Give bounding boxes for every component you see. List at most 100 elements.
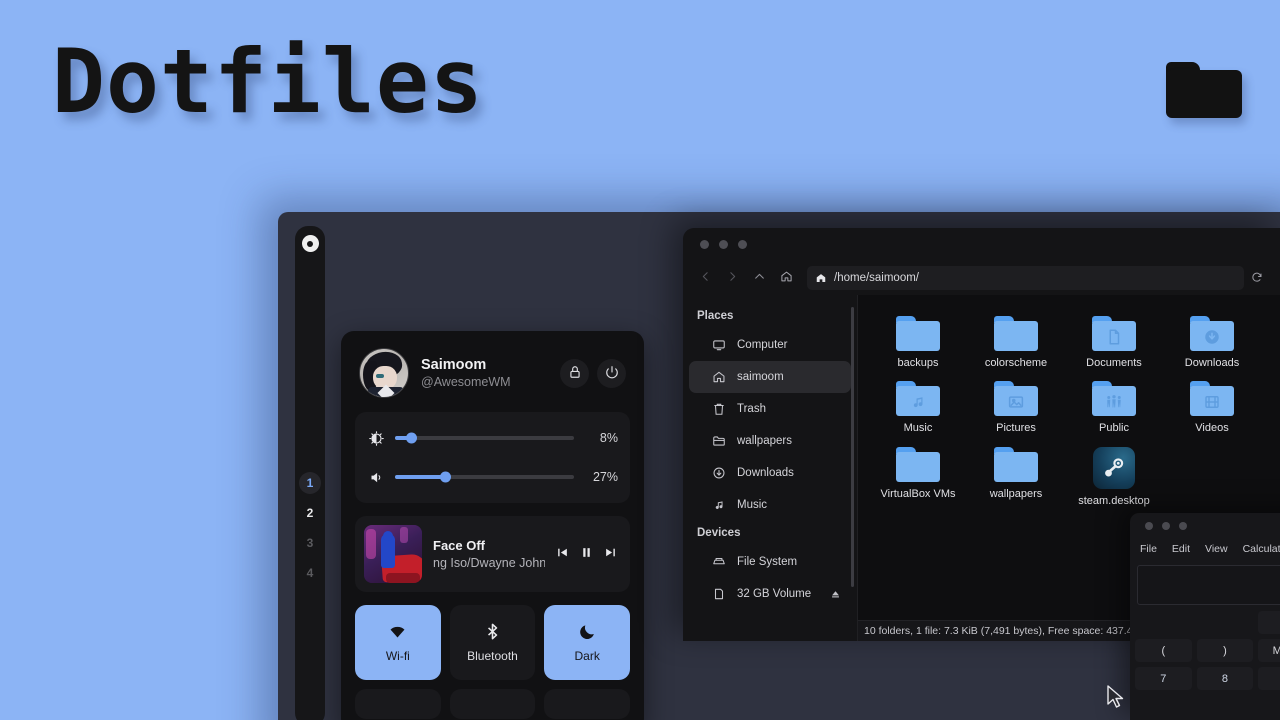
media-controls [556, 546, 621, 562]
window-minimize-button[interactable] [719, 240, 728, 249]
mouse-cursor [1106, 684, 1126, 710]
wifi-icon [388, 622, 407, 641]
lock-button[interactable] [560, 358, 589, 388]
file-item-pictures[interactable]: Pictures [967, 374, 1065, 435]
calculator-key-close-paren[interactable]: ) [1196, 639, 1254, 662]
file-item-backups[interactable]: backups [869, 309, 967, 370]
memory-store-label: MS [1272, 644, 1280, 657]
file-item-virtualbox-vms[interactable]: VirtualBox VMs [869, 440, 967, 508]
folder-icon [1190, 381, 1234, 417]
sidebar-item-file-system[interactable]: File System [689, 546, 851, 578]
home-button[interactable] [774, 266, 799, 291]
awesomewm-logo-icon[interactable] [301, 235, 319, 252]
file-manager-toolbar: /home/saimoom/ [683, 261, 1280, 295]
back-button[interactable] [693, 266, 718, 291]
file-item-music[interactable]: Music [869, 374, 967, 435]
calculator-window: File Edit View Calculator C ( ) MS ⌄ 7 [1130, 513, 1280, 720]
user-names: Saimoom @AwesomeWM [421, 356, 548, 390]
toggle-bluetooth-label: Bluetooth [467, 649, 518, 663]
reload-icon [1251, 271, 1263, 286]
workspace-list: 1 2 3 4 [299, 472, 321, 584]
power-button[interactable] [597, 358, 626, 388]
people-icon [1104, 392, 1124, 412]
toggle-extra-3[interactable] [544, 689, 630, 719]
file-item-documents[interactable]: Documents [1065, 309, 1163, 370]
menu-edit[interactable]: Edit [1172, 543, 1190, 555]
skip-previous-button[interactable] [556, 546, 569, 562]
sidebar-item-music[interactable]: Music [689, 489, 851, 521]
menu-file[interactable]: File [1140, 543, 1157, 555]
calculator-key-clear[interactable]: C [1258, 611, 1280, 634]
bluetooth-icon [483, 622, 502, 641]
file-name: steam.desktop [1078, 494, 1150, 507]
toggle-dark[interactable]: Dark [544, 605, 630, 680]
moon-icon [578, 622, 597, 641]
file-name: Downloads [1184, 357, 1240, 369]
lock-icon [568, 365, 582, 382]
pause-button[interactable] [580, 546, 593, 562]
toggle-bluetooth[interactable]: Bluetooth [449, 605, 536, 680]
reload-button[interactable] [1246, 267, 1268, 289]
file-item-public[interactable]: Public [1065, 374, 1163, 435]
media-title: Face Off [433, 538, 486, 554]
file-item-colorscheme[interactable]: colorscheme [967, 309, 1065, 370]
window-close-button[interactable] [700, 240, 709, 249]
volume-slider-row: 27% [367, 464, 618, 490]
toggle-wifi[interactable]: Wi-fi [355, 605, 441, 680]
calculator-display[interactable] [1137, 565, 1280, 605]
calculator-key-9[interactable]: 9 [1258, 667, 1280, 690]
eject-icon[interactable] [830, 589, 841, 600]
volume-slider[interactable] [395, 471, 574, 483]
menu-view[interactable]: View [1205, 543, 1228, 555]
film-icon [1202, 392, 1222, 412]
brightness-value: 8% [599, 431, 618, 445]
file-item-downloads[interactable]: Downloads [1163, 309, 1261, 370]
window-minimize-button[interactable] [1162, 521, 1170, 530]
media-metadata: Face Off ng Iso/Dwayne Johnson [433, 537, 545, 571]
menu-calculator[interactable]: Calculator [1243, 543, 1280, 555]
file-name: Pictures [996, 422, 1036, 435]
calculator-key-7[interactable]: 7 [1135, 667, 1192, 690]
sidebar-item-computer[interactable]: Computer [689, 329, 851, 361]
path-bar[interactable]: /home/saimoom/ [807, 266, 1244, 290]
up-button[interactable] [747, 266, 772, 291]
skip-previous-icon [556, 546, 569, 562]
calculator-key-8[interactable]: 8 [1196, 667, 1254, 690]
brightness-slider[interactable] [395, 432, 574, 444]
sidebar-label: Computer [737, 339, 788, 351]
sidebar-item-wallpapers[interactable]: wallpapers [689, 425, 851, 457]
volume-icon [367, 470, 385, 485]
window-close-button[interactable] [1145, 521, 1153, 530]
taskbar-dock[interactable]: 1 2 3 4 [295, 226, 325, 720]
sidebar-item-downloads[interactable]: Downloads [689, 457, 851, 489]
window-maximize-button[interactable] [738, 240, 747, 249]
image-icon [1006, 392, 1026, 412]
sidebar-label: saimoom [737, 371, 784, 383]
skip-next-button[interactable] [604, 546, 617, 562]
calculator-titlebar [1130, 513, 1280, 538]
workspace-1[interactable]: 1 [299, 472, 321, 494]
toggle-extra-1[interactable] [355, 689, 441, 719]
calculator-key-memory-store[interactable]: MS ⌄ [1258, 639, 1280, 662]
file-item-steam-desktop[interactable]: steam.desktop [1065, 440, 1163, 508]
workspace-4[interactable]: 4 [299, 562, 321, 584]
sidebar-item-saimoom[interactable]: saimoom [689, 361, 851, 393]
workspace-3[interactable]: 3 [299, 532, 321, 554]
file-name: backups [897, 357, 939, 369]
calculator-key-open-paren[interactable]: ( [1135, 639, 1192, 662]
file-item-videos[interactable]: Videos [1163, 374, 1261, 435]
sidebar-item-32gb-volume[interactable]: 32 GB Volume [689, 578, 851, 610]
sidebar-scrollbar[interactable] [851, 307, 854, 587]
workspace-2[interactable]: 2 [299, 502, 321, 524]
window-maximize-button[interactable] [1179, 521, 1187, 530]
chevron-right-icon [726, 270, 739, 286]
file-name: wallpapers [989, 487, 1043, 500]
file-name: Videos [1195, 422, 1229, 435]
sidebar-item-trash[interactable]: Trash [689, 393, 851, 425]
sidebar-label: 32 GB Volume [737, 588, 812, 600]
file-item-wallpapers[interactable]: wallpapers [967, 440, 1065, 508]
forward-button[interactable] [720, 266, 745, 291]
calculator-keypad: C ( ) MS ⌄ 7 8 9 [1130, 605, 1280, 690]
toggle-extra-2[interactable] [449, 689, 536, 719]
slider-group: 8% 27% [355, 412, 630, 503]
